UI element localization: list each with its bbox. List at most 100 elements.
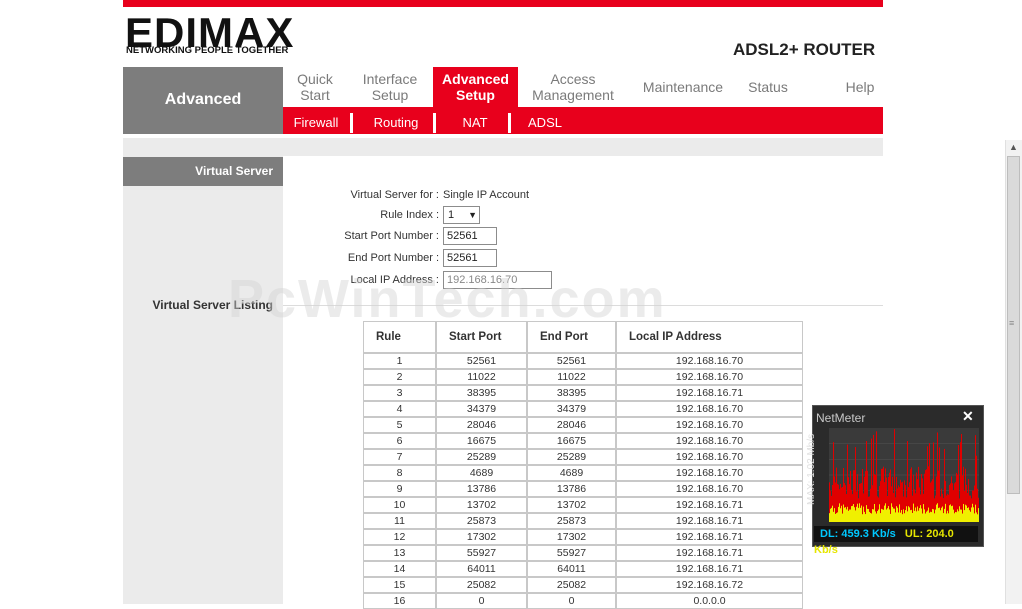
- cell-local-ip: 192.168.16.71: [616, 561, 803, 577]
- graph-ul-bar: [893, 508, 894, 522]
- cell-rule: 3: [363, 385, 436, 401]
- graph-ul-bar: [894, 508, 895, 522]
- nav-maintenance[interactable]: Maintenance: [632, 67, 734, 107]
- cell-rule: 8: [363, 465, 436, 481]
- graph-ul-bar: [901, 509, 902, 522]
- separator-row: [123, 138, 883, 156]
- subnav-firewall[interactable]: Firewall: [283, 107, 349, 134]
- virtual-server-heading: Virtual Server: [123, 157, 283, 186]
- cell-rule: 2: [363, 369, 436, 385]
- table-body: 1 52561 52561 192.168.16.70 2 11022 11022 192.1…: [363, 353, 803, 609]
- nav-status[interactable]: Status: [740, 67, 796, 107]
- graph-ul-bar: [865, 514, 866, 522]
- graph-ul-bar: [880, 513, 881, 522]
- graph-ul-bar: [885, 503, 886, 522]
- cell-start-port: 11022: [436, 369, 527, 385]
- nav-quick-start[interactable]: Quick Start: [283, 67, 347, 107]
- cell-local-ip: 192.168.16.71: [616, 545, 803, 561]
- graph-ul-bar: [829, 513, 830, 522]
- cell-local-ip: 192.168.16.70: [616, 417, 803, 433]
- graph-ul-bar: [866, 505, 867, 522]
- rule-index-select[interactable]: 1 ▼: [443, 206, 480, 224]
- subnav-routing[interactable]: Routing: [360, 107, 432, 134]
- netmeter-download: DL: 459.3 Kb/s: [820, 528, 896, 540]
- nav-help[interactable]: Help: [836, 67, 884, 107]
- cell-local-ip: 192.168.16.71: [616, 497, 803, 513]
- nav-label: Quick: [297, 71, 333, 87]
- subnav-nat[interactable]: NAT: [443, 107, 507, 134]
- subnav-adsl[interactable]: ADSL: [518, 107, 572, 134]
- cell-start-port: 38395: [436, 385, 527, 401]
- graph-ul-bar: [962, 513, 963, 522]
- graph-ul-bar: [841, 505, 842, 522]
- product-title: ADSL2+ ROUTER: [733, 40, 876, 59]
- nav-access-management[interactable]: Access Management: [522, 67, 624, 107]
- graph-ul-bar: [840, 508, 841, 522]
- nav-advanced-setup[interactable]: Advanced Setup: [433, 67, 518, 107]
- graph-ul-bar: [874, 503, 875, 522]
- graph-ul-bar: [849, 509, 850, 522]
- cell-local-ip: 192.168.16.70: [616, 465, 803, 481]
- cell-local-ip: 192.168.16.71: [616, 513, 803, 529]
- nav-label: Advanced: [442, 71, 509, 87]
- end-port-input[interactable]: 52561: [443, 249, 497, 267]
- col-start-port: Start Port: [436, 321, 527, 353]
- rule-index-label: Rule Index :: [380, 209, 439, 221]
- graph-ul-bar: [860, 507, 861, 522]
- cell-start-port: 25082: [436, 577, 527, 593]
- graph-ul-bar: [895, 512, 896, 522]
- start-port-input[interactable]: 52561: [443, 227, 497, 245]
- cell-local-ip: 192.168.16.70: [616, 433, 803, 449]
- col-rule: Rule: [363, 321, 436, 353]
- close-icon[interactable]: ✕: [962, 408, 974, 425]
- cell-end-port: 64011: [527, 561, 616, 577]
- cell-local-ip: 192.168.16.70: [616, 401, 803, 417]
- cell-end-port: 38395: [527, 385, 616, 401]
- graph-ul-bar: [868, 508, 869, 522]
- cell-end-port: 0: [527, 593, 616, 609]
- cell-rule: 10: [363, 497, 436, 513]
- graph-ul-bar: [900, 512, 901, 522]
- graph-ul-bar: [914, 510, 915, 522]
- table-row: 10 13702 13702 192.168.16.71: [363, 497, 803, 513]
- scrollbar-grip-icon: ≡: [1009, 318, 1015, 328]
- graph-ul-bar: [891, 503, 892, 522]
- cell-start-port: 52561: [436, 353, 527, 369]
- cell-start-port: 0: [436, 593, 527, 609]
- netmeter-stats: DL: 459.3 Kb/s UL: 204.0 Kb/s: [814, 526, 978, 556]
- graph-ul-bar: [964, 510, 965, 522]
- graph-ul-bar: [887, 508, 888, 522]
- vs-for-label: Virtual Server for :: [350, 189, 439, 201]
- col-local-ip: Local IP Address: [616, 321, 803, 353]
- graph-ul-bar: [915, 507, 916, 522]
- graph-ul-bar: [938, 508, 939, 522]
- graph-ul-bar: [862, 514, 863, 522]
- cell-start-port: 4689: [436, 465, 527, 481]
- graph-ul-bar: [936, 504, 937, 522]
- graph-dl-bar: [894, 429, 895, 522]
- graph-ul-bar: [965, 504, 966, 522]
- graph-ul-bar: [920, 505, 921, 522]
- graph-ul-bar: [912, 512, 913, 522]
- nav-label: Status: [748, 79, 788, 95]
- cell-local-ip: 192.168.16.71: [616, 385, 803, 401]
- graph-ul-bar: [925, 513, 926, 522]
- graph-ul-bar: [956, 512, 957, 522]
- nav-label: Maintenance: [642, 79, 724, 95]
- graph-ul-bar: [877, 511, 878, 522]
- cell-rule: 4: [363, 401, 436, 417]
- graph-ul-bar: [971, 507, 972, 522]
- graph-ul-bar: [940, 510, 941, 522]
- graph-ul-bar: [959, 506, 960, 522]
- scroll-up-icon[interactable]: ▲: [1009, 142, 1018, 152]
- cell-end-port: 25082: [527, 577, 616, 593]
- graph-ul-bar: [969, 510, 970, 522]
- graph-ul-bar: [838, 506, 839, 522]
- graph-ul-bar: [946, 513, 947, 522]
- cell-start-port: 64011: [436, 561, 527, 577]
- nav-interface-setup[interactable]: Interface Setup: [350, 67, 430, 107]
- graph-dl-bar: [833, 442, 834, 522]
- table-row: 4 34379 34379 192.168.16.70: [363, 401, 803, 417]
- graph-ul-bar: [844, 507, 845, 522]
- graph-ul-bar: [904, 513, 905, 522]
